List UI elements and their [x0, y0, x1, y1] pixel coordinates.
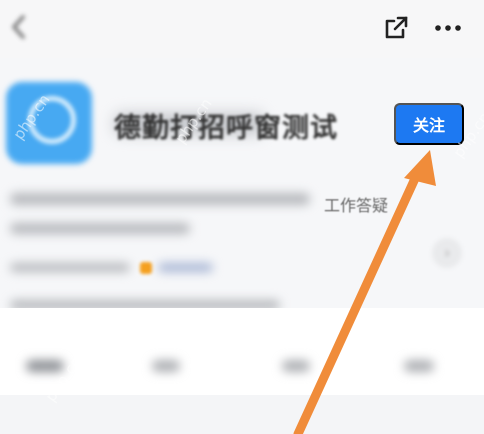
share-icon[interactable] — [382, 14, 410, 42]
tab-2[interactable] — [152, 360, 180, 372]
tab-3[interactable] — [282, 360, 310, 372]
description-line-1 — [10, 193, 310, 205]
meta-tag — [158, 263, 213, 272]
top-navigation-bar — [0, 0, 484, 58]
follow-button[interactable]: 关注 — [394, 103, 464, 145]
account-name: 德勤打招呼窗测试 — [114, 113, 338, 144]
badge-icon — [140, 262, 152, 274]
more-icon[interactable] — [432, 16, 464, 40]
meta-line — [10, 263, 130, 272]
description-line-2 — [10, 223, 190, 234]
tab-4[interactable] — [404, 360, 434, 372]
back-icon[interactable] — [6, 12, 32, 42]
content-area-top — [0, 395, 484, 434]
chevron-right-icon[interactable]: › — [432, 238, 462, 268]
description-visible-text: 工作答疑 — [324, 196, 389, 215]
